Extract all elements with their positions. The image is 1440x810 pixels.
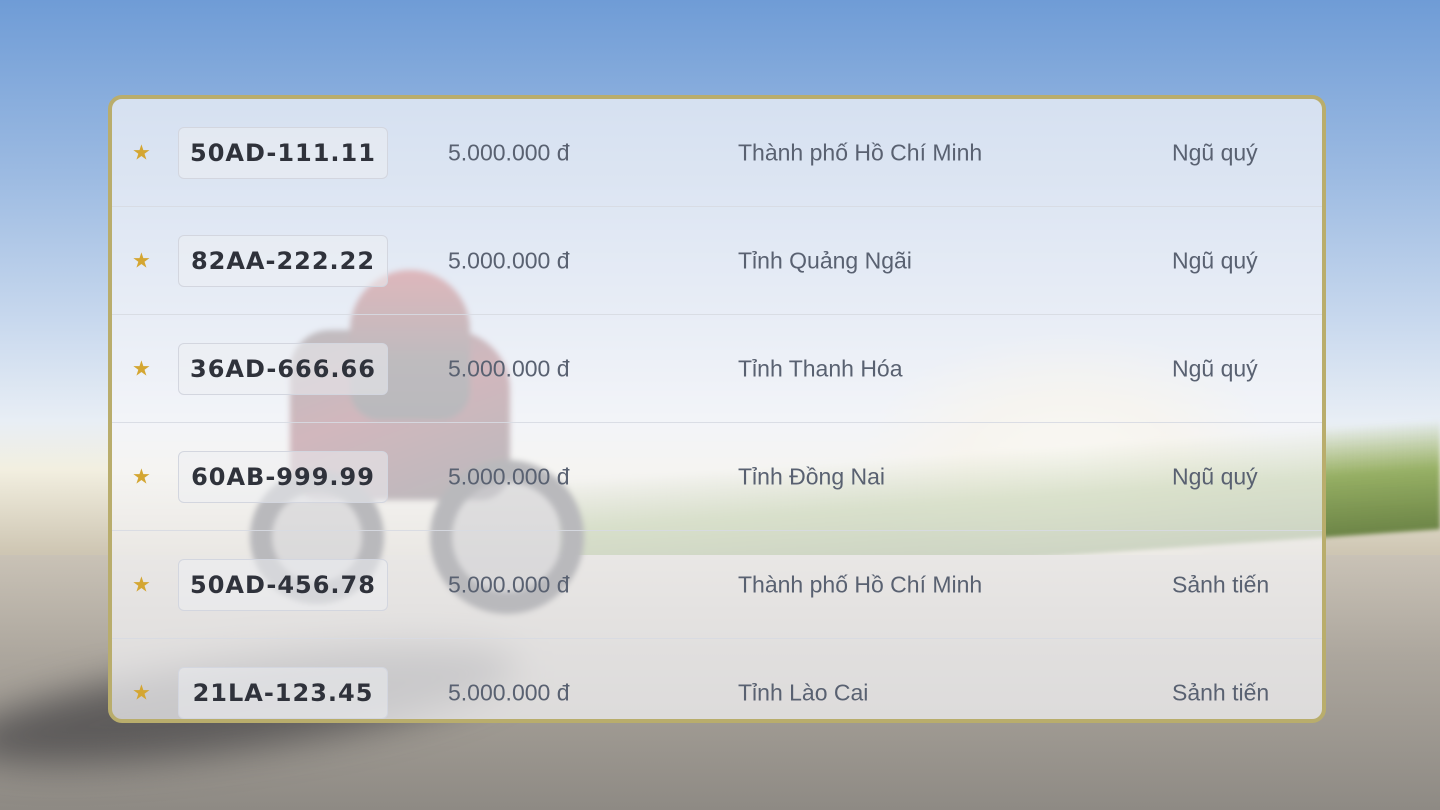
province: Tỉnh Lào Cai xyxy=(738,679,869,706)
star-icon[interactable]: ★ xyxy=(132,250,151,271)
star-icon[interactable]: ★ xyxy=(132,683,151,704)
plate-type: Ngũ quý xyxy=(1172,247,1258,273)
province: Thành phố Hồ Chí Minh xyxy=(738,571,983,597)
price: 5.000.000 đ xyxy=(448,355,570,381)
star-icon[interactable]: ★ xyxy=(132,142,151,163)
table-row[interactable]: ★ 60AB-999.99 5.000.000 đ Tỉnh Đồng Nai … xyxy=(112,423,1322,531)
table-row[interactable]: ★ 21LA-123.45 5.000.000 đ Tỉnh Lào Cai S… xyxy=(112,639,1322,719)
plate-type: Sảnh tiến xyxy=(1172,679,1270,706)
price: 5.000.000 đ xyxy=(448,463,570,489)
province: Tỉnh Đồng Nai xyxy=(738,463,886,489)
plate-type: Ngũ quý xyxy=(1172,139,1258,165)
table-row[interactable]: ★ 82AA-222.22 5.000.000 đ Tỉnh Quảng Ngã… xyxy=(112,207,1322,315)
star-icon[interactable]: ★ xyxy=(132,574,151,595)
table-row[interactable]: ★ 36AD-666.66 5.000.000 đ Tỉnh Thanh Hóa… xyxy=(112,315,1322,423)
star-icon[interactable]: ★ xyxy=(132,358,151,379)
province: Thành phố Hồ Chí Minh xyxy=(738,139,983,165)
plate-type: Ngũ quý xyxy=(1172,355,1258,381)
plate-number[interactable]: 60AB-999.99 xyxy=(178,450,388,503)
price: 5.000.000 đ xyxy=(448,139,570,165)
plate-number[interactable]: 50AD-456.78 xyxy=(178,558,388,611)
plate-number[interactable]: 21LA-123.45 xyxy=(178,667,388,719)
price: 5.000.000 đ xyxy=(448,571,570,597)
plate-type: Sảnh tiến xyxy=(1172,571,1270,597)
price: 5.000.000 đ xyxy=(448,247,570,273)
plate-number[interactable]: 82AA-222.22 xyxy=(178,234,388,287)
plate-number[interactable]: 36AD-666.66 xyxy=(178,342,388,395)
plate-number[interactable]: 50AD-111.11 xyxy=(178,126,388,179)
plate-type: Ngũ quý xyxy=(1172,463,1258,489)
table-row[interactable]: ★ 50AD-456.78 5.000.000 đ Thành phố Hồ C… xyxy=(112,531,1322,639)
star-icon[interactable]: ★ xyxy=(132,466,151,487)
price: 5.000.000 đ xyxy=(448,679,570,706)
table-row[interactable]: ★ 50AD-111.11 5.000.000 đ Thành phố Hồ C… xyxy=(112,99,1322,207)
plate-list-panel: ★ 50AD-111.11 5.000.000 đ Thành phố Hồ C… xyxy=(108,95,1326,723)
province: Tỉnh Thanh Hóa xyxy=(738,355,903,381)
province: Tỉnh Quảng Ngãi xyxy=(738,247,912,273)
